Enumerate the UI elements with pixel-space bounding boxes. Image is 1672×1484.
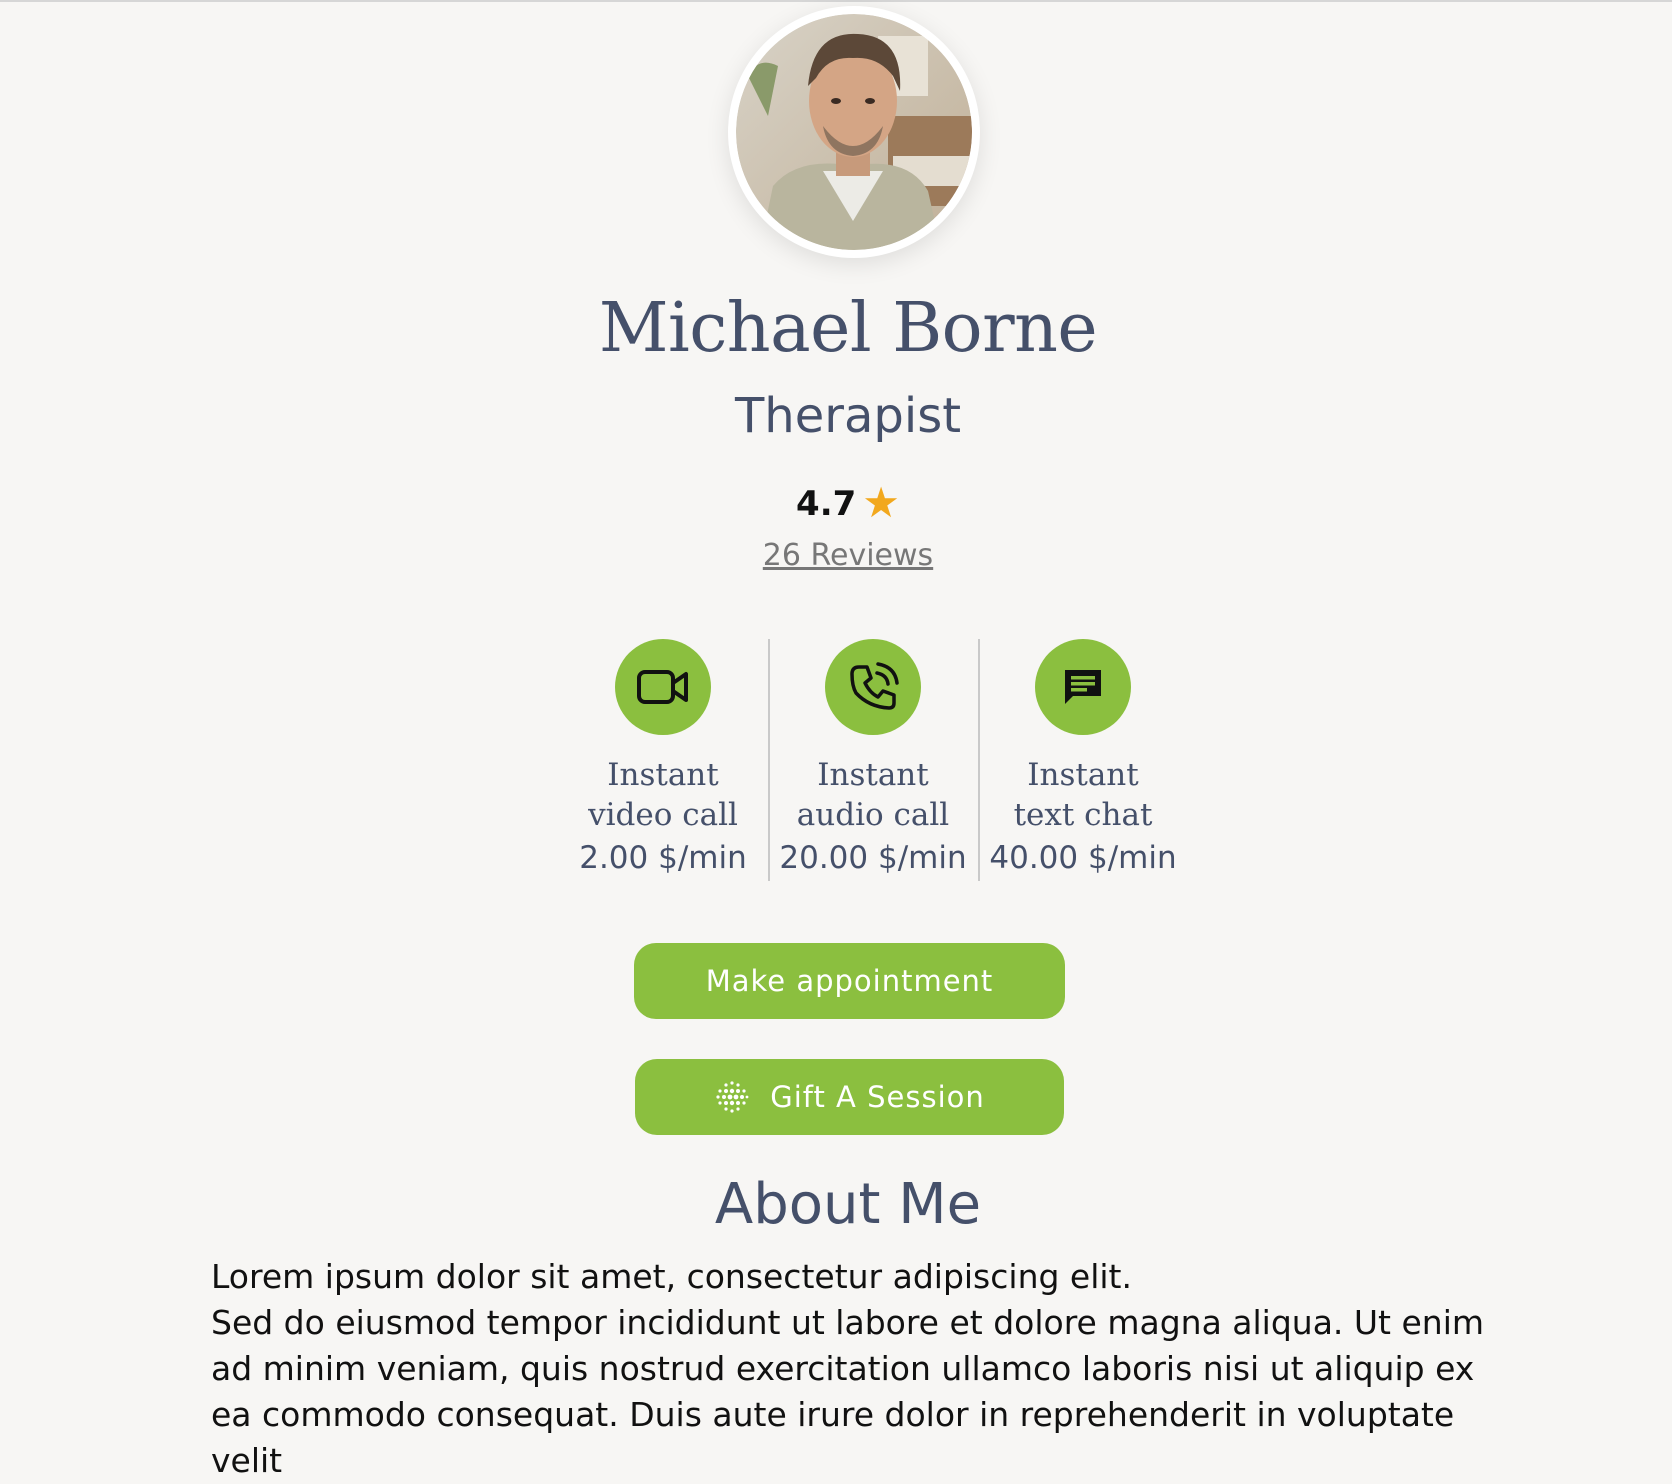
chat-icon <box>1065 670 1101 704</box>
therapist-profile-page: Michael Borne Therapist 4.7 ★ 26 Reviews … <box>0 2 1672 1480</box>
text-chat-button[interactable] <box>1035 639 1131 735</box>
make-appointment-label: Make appointment <box>705 964 994 998</box>
service-label: Instant audio call <box>796 757 950 833</box>
service-options: Instant video call 2.00 $/min Instant au… <box>558 639 1188 881</box>
about-text: Lorem ipsum dolor sit amet, consectetur … <box>211 1254 1501 1484</box>
service-text-chat: Instant text chat 40.00 $/min <box>978 639 1188 881</box>
about-line-2: Sed do eiusmod tempor incididunt ut labo… <box>211 1303 1485 1480</box>
make-appointment-button[interactable]: Make appointment <box>634 943 1065 1019</box>
gift-session-label: Gift A Session <box>770 1080 985 1114</box>
video-camera-icon <box>637 670 688 704</box>
therapist-name: Michael Borne <box>598 289 1098 368</box>
service-label: Instant text chat <box>1013 757 1153 833</box>
service-price: 40.00 $/min <box>989 840 1177 876</box>
reviews: 26 Reviews <box>0 534 1672 578</box>
reviews-link[interactable]: 26 Reviews <box>763 538 933 573</box>
rating: 4.7 ★ <box>0 478 1672 529</box>
video-call-button[interactable] <box>615 639 711 735</box>
dots-gift-icon <box>714 1079 750 1115</box>
star-icon: ★ <box>862 478 900 527</box>
audio-call-button[interactable] <box>825 639 921 735</box>
phone-call-icon <box>850 662 899 710</box>
about-heading: About Me <box>714 1172 982 1237</box>
service-label: Instant video call <box>588 757 738 833</box>
rating-value: 4.7 <box>796 484 857 524</box>
avatar <box>728 6 980 258</box>
gift-session-button[interactable]: Gift A Session <box>635 1059 1064 1135</box>
about-line-1: Lorem ipsum dolor sit amet, consectetur … <box>211 1257 1132 1296</box>
service-audio-call: Instant audio call 20.00 $/min <box>768 639 978 881</box>
service-video-call: Instant video call 2.00 $/min <box>558 639 768 881</box>
avatar-photo <box>730 8 978 256</box>
therapist-title: Therapist <box>734 388 962 444</box>
service-price: 2.00 $/min <box>579 840 747 876</box>
service-price: 20.00 $/min <box>779 840 967 876</box>
